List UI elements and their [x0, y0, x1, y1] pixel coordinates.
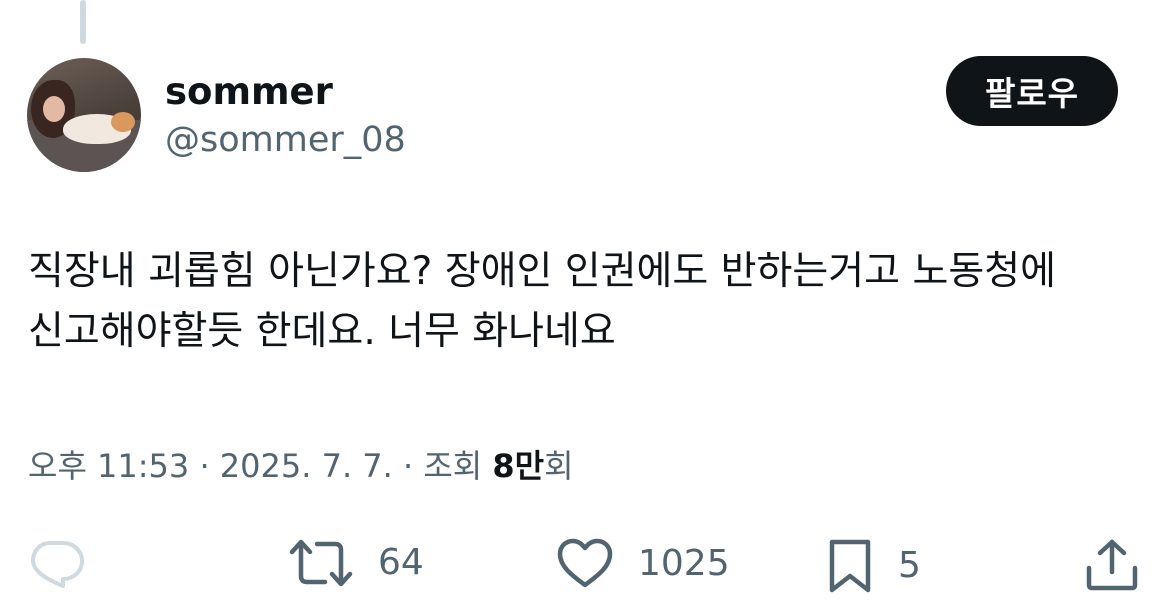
share-icon [1084, 538, 1140, 592]
meta-separator: · [392, 447, 424, 485]
author-display-name[interactable]: sommer [165, 70, 333, 114]
views-count: 8만 [492, 447, 545, 485]
post-date[interactable]: 2025. 7. 7. [220, 447, 393, 485]
reply-button[interactable] [28, 538, 86, 590]
retweet-button[interactable]: 64 [288, 538, 424, 588]
post-meta: 오후 11:53 · 2025. 7. 7. · 조회 8만회 [28, 446, 574, 486]
heart-icon [556, 538, 614, 590]
post-text: 직장내 괴롭힘 아닌가요? 장애인 인권에도 반하는거고 노동청에 신고해야할듯… [28, 249, 1056, 354]
retweet-count: 64 [378, 542, 424, 583]
author-handle[interactable]: @sommer_08 [165, 118, 406, 162]
retweet-icon [288, 538, 354, 588]
meta-separator: · [189, 447, 220, 485]
bookmark-count: 5 [898, 545, 921, 586]
bookmark-icon [826, 538, 874, 594]
avatar[interactable] [27, 58, 141, 172]
like-count: 1025 [638, 543, 730, 584]
share-button[interactable] [1084, 538, 1140, 592]
follow-button[interactable]: 팔로우 [946, 56, 1118, 126]
views-suffix: 회 [544, 447, 574, 485]
thread-connector-line [80, 0, 86, 44]
bookmark-button[interactable]: 5 [826, 538, 921, 594]
avatar-cat-patch [111, 112, 135, 132]
views-prefix: 조회 [423, 447, 493, 485]
avatar-face [43, 96, 65, 122]
reply-icon [28, 538, 86, 590]
post-time[interactable]: 오후 11:53 [28, 447, 189, 485]
like-button[interactable]: 1025 [556, 538, 730, 590]
